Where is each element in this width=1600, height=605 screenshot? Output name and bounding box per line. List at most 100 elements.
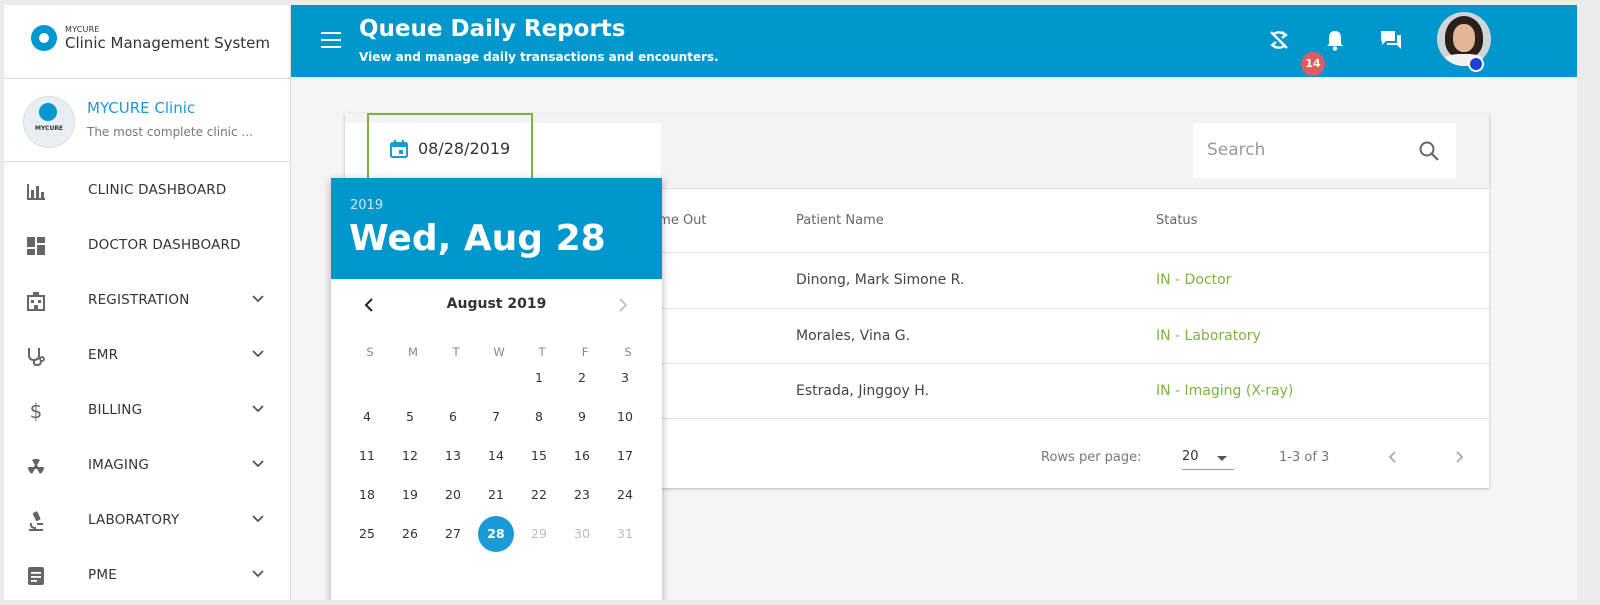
calendar-day[interactable]: 3 [607,360,643,396]
weekday-label: S [624,345,632,359]
pagination-range: 1-3 of 3 [1279,450,1330,465]
brand[interactable]: MYCURE Clinic Management System [4,5,290,79]
clinic-name: MYCURE Clinic [87,99,196,117]
calendar-day[interactable]: 24 [607,477,643,513]
sidebar-item-label: BILLING [88,402,143,418]
clinic-profile[interactable]: MYCURE MYCURE Clinic The most complete c… [4,79,290,162]
online-status-dot [1468,56,1484,72]
calendar-day[interactable]: 21 [478,477,514,513]
chevron-down-icon[interactable] [250,400,266,416]
status-cell: IN - Imaging (X-ray) [1156,383,1294,399]
sidebar-item-billing[interactable]: $ BILLING [4,383,290,438]
calendar-day[interactable]: 23 [564,477,600,513]
sidebar-item-clinic-dashboard[interactable]: CLINIC DASHBOARD [4,163,290,218]
sidebar-item-doctor-dashboard[interactable]: DOCTOR DASHBOARD [4,218,290,273]
calendar-day[interactable]: 5 [392,399,428,435]
calendar-day[interactable]: 25 [349,516,385,552]
calendar-day[interactable]: 19 [392,477,428,513]
sidebar-item-registration[interactable]: REGISTRATION [4,273,290,328]
sidebar-item-imaging[interactable]: IMAGING [4,438,290,493]
calendar-day[interactable]: 26 [392,516,428,552]
search-input[interactable]: Search [1207,140,1265,160]
calendar-day[interactable]: 2 [564,360,600,396]
sidebar-item-emr[interactable]: EMR [4,328,290,383]
sidebar-item-label: REGISTRATION [88,292,190,308]
calendar-day[interactable]: 17 [607,438,643,474]
microscope-icon [25,510,47,532]
previous-page-icon[interactable] [1385,449,1401,465]
chevron-down-icon[interactable] [250,345,266,361]
calendar-day: 29 [531,526,547,541]
calendar-day[interactable]: 1 [521,360,557,396]
chevron-down-icon[interactable] [250,290,266,306]
notification-count-badge: 14 [1301,52,1325,76]
dollar-icon: $ [25,399,47,423]
status-cell: IN - Doctor [1156,272,1232,288]
hospital-icon [25,290,47,312]
calendar-day: 30 [574,526,590,541]
column-header-patient-name[interactable]: Patient Name [796,213,884,228]
patient-name-cell[interactable]: Dinong, Mark Simone R. [796,272,964,288]
calendar-day[interactable]: 13 [435,438,471,474]
hamburger-menu-icon[interactable] [321,32,341,48]
calendar-icon[interactable] [389,139,409,159]
calendar-day[interactable]: 27 [435,516,471,552]
calendar-day-selected[interactable]: 28 [478,516,514,552]
calendar-day[interactable]: 20 [435,477,471,513]
picker-month-label[interactable]: August 2019 [331,296,662,312]
next-month-icon[interactable] [615,296,631,314]
patient-name-cell[interactable]: Morales, Vina G. [796,328,910,344]
search-field[interactable]: Search [1193,123,1456,178]
stethoscope-icon [25,345,47,367]
next-page-icon[interactable] [1451,449,1467,465]
calendar-day[interactable]: 11 [349,438,385,474]
sidebar-item-laboratory[interactable]: LABORATORY [4,493,290,548]
weekday-label: T [452,345,460,359]
clinic-tagline: The most complete clinic ... [87,125,253,139]
column-header-status[interactable]: Status [1156,213,1197,228]
calendar-day[interactable]: 6 [435,399,471,435]
calendar-day[interactable]: 22 [521,477,557,513]
user-avatar[interactable] [1437,12,1491,66]
weekday-label: S [366,345,374,359]
calendar-day[interactable]: 15 [521,438,557,474]
calendar-day[interactable]: 8 [521,399,557,435]
weekday-label: M [408,345,418,359]
picker-year[interactable]: 2019 [350,198,383,213]
calendar-day[interactable]: 9 [564,399,600,435]
caret-down-icon [1217,456,1227,461]
calendar-day[interactable]: 7 [478,399,514,435]
rows-per-page-select[interactable]: 20 [1182,445,1234,470]
calendar-day[interactable]: 14 [478,438,514,474]
picker-selected-date[interactable]: Wed, Aug 28 [349,218,606,259]
radiation-icon [25,455,47,477]
search-icon[interactable] [1417,139,1441,163]
chevron-down-icon[interactable] [250,565,266,581]
sidebar-item-label: PME [88,567,117,583]
dashboard-icon [25,235,47,257]
mycure-logo-icon [31,25,57,51]
document-icon [25,565,47,587]
status-cell: IN - Laboratory [1156,328,1261,344]
sync-disabled-icon[interactable] [1266,27,1292,53]
calendar-day[interactable]: 10 [607,399,643,435]
sidebar-item-pme[interactable]: PME [4,548,290,600]
clinic-logo-text: MYCURE [34,125,64,132]
sidebar-item-label: CLINIC DASHBOARD [88,182,227,198]
brand-small-text: MYCURE [65,25,100,34]
bell-icon[interactable] [1322,27,1348,53]
calendar-day[interactable]: 4 [349,399,385,435]
chevron-down-icon[interactable] [250,455,266,471]
weekday-label: T [538,345,546,359]
patient-name-cell[interactable]: Estrada, Jinggoy H. [796,383,929,399]
sidebar-item-label: EMR [88,347,119,363]
calendar-day[interactable]: 18 [349,477,385,513]
bar-chart-icon [25,180,47,202]
date-value[interactable]: 08/28/2019 [418,139,510,158]
calendar-day[interactable]: 16 [564,438,600,474]
chevron-down-icon[interactable] [250,510,266,526]
calendar-day[interactable]: 12 [392,438,428,474]
sidebar: MYCURE Clinic Management System MYCURE M… [4,5,291,600]
chat-icon[interactable] [1378,27,1404,53]
top-header: Queue Daily Reports View and manage dail… [291,5,1577,77]
